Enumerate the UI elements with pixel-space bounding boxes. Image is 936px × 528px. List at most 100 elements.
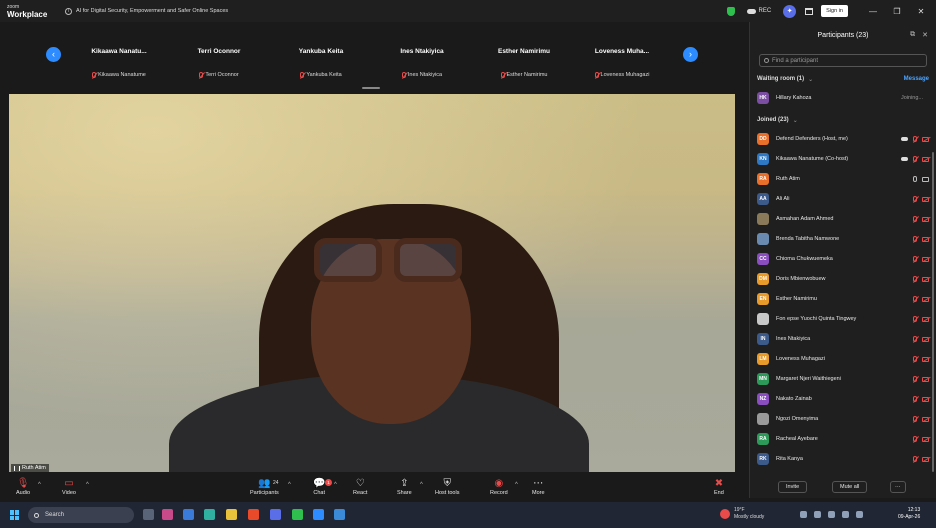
task-view-icon[interactable] xyxy=(143,509,154,520)
video-off-icon[interactable] xyxy=(922,356,929,362)
react-button[interactable]: ♡ React xyxy=(353,478,367,496)
participant-row[interactable]: NZ Nakato Zainab xyxy=(750,389,936,409)
gallery-tile[interactable]: Terri Oconnor Terri Oconnor xyxy=(177,48,261,78)
participants-scrollbar[interactable] xyxy=(932,152,934,472)
video-off-icon[interactable] xyxy=(922,236,929,242)
chat-button[interactable]: 💬 Chat xyxy=(313,478,325,496)
mic-muted-icon[interactable] xyxy=(913,236,917,242)
video-off-icon[interactable] xyxy=(922,276,929,282)
participant-row[interactable]: Brenda Tabitha Namwone xyxy=(750,229,936,249)
participant-row[interactable]: LM Loveness Muhagazi xyxy=(750,349,936,369)
gallery-tile[interactable]: Loveness Muha... Loveness Muhagazi xyxy=(580,48,664,78)
participant-row[interactable]: EN Esther Namirimu xyxy=(750,289,936,309)
waiting-participant-row[interactable]: HK Hillary Kahoza Joining... xyxy=(750,88,936,108)
copilot-icon[interactable] xyxy=(162,509,173,520)
taskbar-clock[interactable]: 12:13 09-Apr-26 xyxy=(898,507,920,521)
app-icon[interactable] xyxy=(334,509,345,520)
audio-button[interactable]: 🎙 Audio xyxy=(16,478,30,496)
video-button[interactable]: ▭ Video xyxy=(62,478,76,496)
mic-muted-icon[interactable] xyxy=(913,456,917,462)
windows-start-icon[interactable] xyxy=(10,510,20,520)
audio-options-caret[interactable]: ^ xyxy=(38,482,41,488)
video-off-icon[interactable] xyxy=(922,336,929,342)
video-off-icon[interactable] xyxy=(922,456,929,462)
invite-button[interactable]: Invite xyxy=(778,481,808,493)
video-off-icon[interactable] xyxy=(922,296,929,302)
meeting-info[interactable]: i AI for Digital Security, Empowerment a… xyxy=(65,7,228,15)
video-off-icon[interactable] xyxy=(922,256,929,262)
mic-muted-icon[interactable] xyxy=(913,256,917,262)
gallery-tile[interactable]: Yankuba Keita Yankuba Keita xyxy=(279,48,363,78)
mic-muted-icon[interactable] xyxy=(913,156,917,162)
video-icon[interactable] xyxy=(922,176,929,182)
participant-row[interactable]: RK Rita Kanya xyxy=(750,449,936,469)
edge-icon[interactable] xyxy=(204,509,215,520)
participant-row[interactable]: DM Doris Mbienwobuew xyxy=(750,269,936,289)
video-options-caret[interactable]: ^ xyxy=(86,482,89,488)
chat-options-caret[interactable]: ^ xyxy=(334,482,337,488)
participant-row[interactable]: CC Chioma Chukwuemeka xyxy=(750,249,936,269)
message-waiting-button[interactable]: Message xyxy=(904,76,929,82)
mic-muted-icon[interactable] xyxy=(913,376,917,382)
close-panel-icon[interactable]: ✕ xyxy=(922,31,928,39)
video-off-icon[interactable] xyxy=(922,396,929,402)
participant-row[interactable]: IN Ines Ntakiyica xyxy=(750,329,936,349)
participant-row[interactable]: Fon epse Yuochi Quinta Tingwey xyxy=(750,309,936,329)
app-icon[interactable] xyxy=(292,509,303,520)
shield-icon[interactable] xyxy=(726,6,735,16)
mic-muted-icon[interactable] xyxy=(913,316,917,322)
mic-muted-icon[interactable] xyxy=(913,356,917,362)
mic-muted-icon[interactable] xyxy=(913,216,917,222)
mic-muted-icon[interactable] xyxy=(913,396,917,402)
info-icon[interactable]: i xyxy=(65,7,72,15)
video-off-icon[interactable] xyxy=(922,316,929,322)
video-off-icon[interactable] xyxy=(922,216,929,222)
joined-header[interactable]: Joined (23) ⌄ xyxy=(750,111,936,129)
apps-icon[interactable] xyxy=(805,7,814,15)
video-off-icon[interactable] xyxy=(922,376,929,382)
mic-muted-icon[interactable] xyxy=(913,336,917,342)
active-speaker-video[interactable] xyxy=(9,94,735,472)
participant-search-input[interactable]: Find a participant xyxy=(759,54,927,67)
video-off-icon[interactable] xyxy=(922,436,929,442)
mic-muted-icon[interactable] xyxy=(913,136,917,142)
gallery-next-button[interactable]: › xyxy=(683,47,698,62)
gallery-tile[interactable]: Kikaawa Nanatu... Kikaawa Nanatume xyxy=(77,48,161,78)
share-options-caret[interactable]: ^ xyxy=(420,482,423,488)
sign-in-button[interactable]: Sign in xyxy=(821,5,848,17)
brave-icon[interactable] xyxy=(248,509,259,520)
mute-all-button[interactable]: Mute all xyxy=(832,481,868,493)
record-options-caret[interactable]: ^ xyxy=(515,482,518,488)
chevron-down-icon[interactable]: ⌄ xyxy=(808,76,813,83)
participant-row[interactable]: DD Defend Defenders (Host, me) xyxy=(750,129,936,149)
video-off-icon[interactable] xyxy=(922,136,929,142)
zoom-taskbar-icon[interactable] xyxy=(313,509,324,520)
system-tray[interactable] xyxy=(800,511,870,518)
waiting-room-header[interactable]: Waiting room (1) ⌄ Message xyxy=(750,70,936,88)
taskbar-search[interactable]: Search xyxy=(28,507,134,523)
mic-muted-icon[interactable] xyxy=(913,436,917,442)
video-off-icon[interactable] xyxy=(922,156,929,162)
gallery-prev-button[interactable]: ‹ xyxy=(46,47,61,62)
video-off-icon[interactable] xyxy=(922,196,929,202)
mic-muted-icon[interactable] xyxy=(913,196,917,202)
weather-widget[interactable]: 19°F Mostly cloudy xyxy=(720,507,764,521)
more-options-button[interactable]: ··· xyxy=(890,481,906,493)
chevron-down-icon[interactable]: ⌄ xyxy=(793,117,798,124)
share-button[interactable]: ⇪ Share xyxy=(397,478,412,496)
teams-icon[interactable] xyxy=(270,509,281,520)
close-icon[interactable]: ✕ xyxy=(912,7,930,16)
gallery-tile[interactable]: Esther Namirimu Esther Namirimu xyxy=(482,48,566,78)
participant-row[interactable]: Asmahan Adam Ahmed xyxy=(750,209,936,229)
mic-muted-icon[interactable] xyxy=(913,276,917,282)
gallery-tile[interactable]: Ines Ntakiyica Ines Ntakiyica xyxy=(380,48,464,78)
mic-muted-icon[interactable] xyxy=(913,296,917,302)
participant-row[interactable]: MN Margaret Njeri Waithiegeni xyxy=(750,369,936,389)
pop-out-icon[interactable]: ⧉ xyxy=(910,31,915,39)
app-icon[interactable] xyxy=(183,509,194,520)
more-button[interactable]: ⋯ More xyxy=(532,478,545,496)
file-explorer-icon[interactable] xyxy=(226,509,237,520)
participant-row[interactable]: AA Ali Ali xyxy=(750,189,936,209)
end-meeting-button[interactable]: ✖ End xyxy=(714,478,724,496)
participants-options-caret[interactable]: ^ xyxy=(288,482,291,488)
